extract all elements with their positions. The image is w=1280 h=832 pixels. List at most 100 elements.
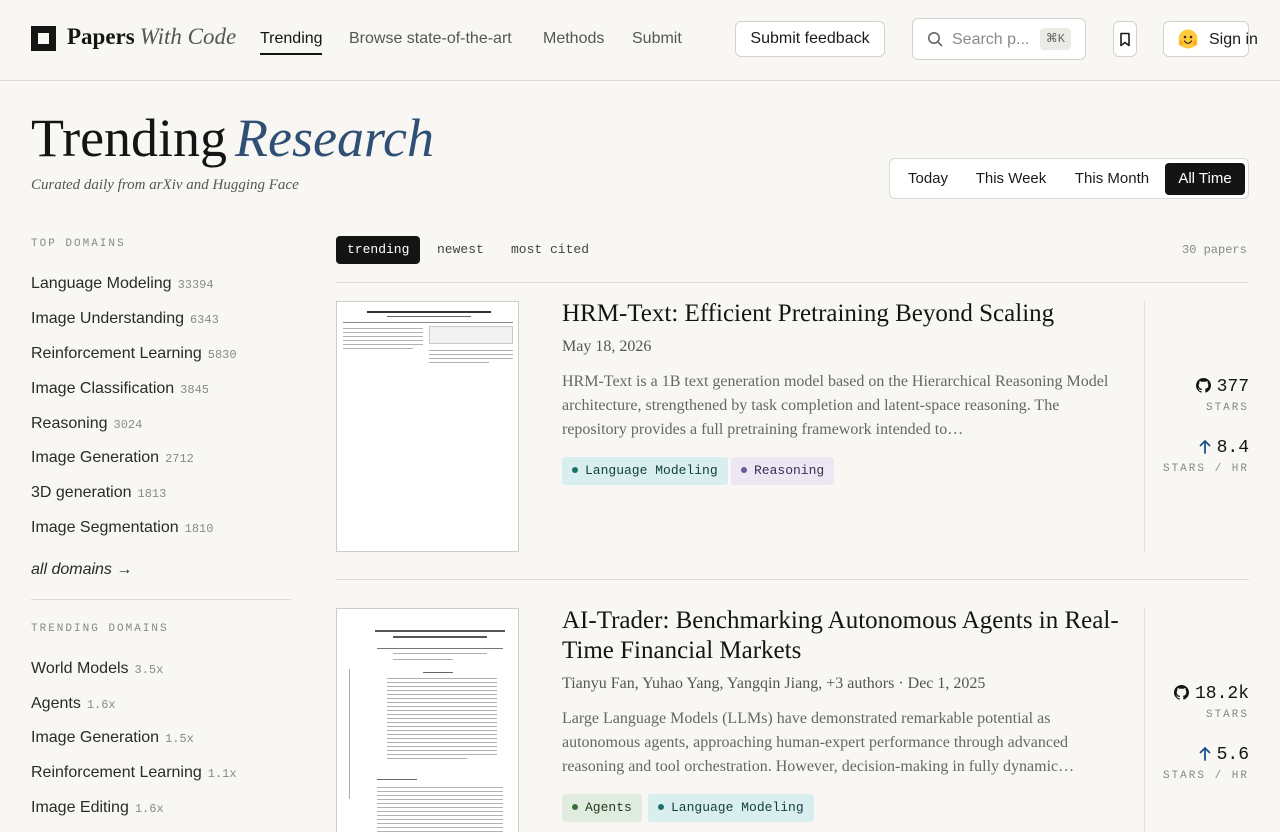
domain-growth: 1.5x bbox=[165, 732, 194, 746]
stats-divider bbox=[1144, 608, 1145, 832]
domain-name: 3D generation bbox=[31, 484, 132, 501]
domain-count: 3845 bbox=[180, 383, 209, 397]
github-stars[interactable]: 377 STARS bbox=[1195, 376, 1249, 414]
domain-name: Agents bbox=[31, 695, 81, 712]
paper-divider bbox=[336, 579, 1249, 580]
domain-growth: 3.5x bbox=[134, 663, 164, 677]
trending-domain-item[interactable]: Agents 1.6x bbox=[31, 694, 116, 715]
paper-tag-label: Agents bbox=[585, 800, 632, 815]
stars-per-hour-value: 8.4 bbox=[1216, 438, 1249, 458]
top-domains-heading: TOP DOMAINS bbox=[31, 238, 126, 250]
top-domain-item[interactable]: Language Modeling 33394 bbox=[31, 274, 214, 295]
paper-meta: Tianyu Fan, Yuhao Yang, Yangqin Jiang, +… bbox=[562, 675, 986, 692]
trending-domain-item[interactable]: Image Editing 1.6x bbox=[31, 798, 164, 819]
range-all-time[interactable]: All Time bbox=[1165, 163, 1245, 195]
domain-count: 1813 bbox=[137, 487, 167, 501]
stars-per-hour: 5.6 STARS / HR bbox=[1163, 744, 1249, 782]
arrow-up-icon bbox=[1199, 440, 1210, 454]
top-domain-item[interactable]: Image Segmentation 1810 bbox=[31, 518, 213, 539]
domain-growth: 1.6x bbox=[86, 698, 116, 712]
paper-thumbnail[interactable] bbox=[336, 608, 519, 832]
sidebar-divider bbox=[31, 599, 291, 600]
logo-italic-text: With Code bbox=[139, 24, 237, 49]
paper-tag-label: Reasoning bbox=[754, 463, 825, 478]
paper-tag-label: Language Modeling bbox=[585, 463, 718, 478]
tab-newest[interactable]: newest bbox=[437, 236, 484, 264]
paper-tag[interactable]: Agents bbox=[562, 794, 642, 822]
github-icon bbox=[1173, 685, 1189, 700]
paper-title[interactable]: HRM-Text: Efficient Pretraining Beyond S… bbox=[562, 299, 1122, 329]
top-domain-item[interactable]: Reinforcement Learning 5830 bbox=[31, 344, 237, 365]
domain-growth: 1.6x bbox=[134, 802, 164, 816]
paper-tag[interactable]: Reasoning bbox=[731, 457, 835, 485]
stars-per-hour: 8.4 STARS / HR bbox=[1163, 437, 1249, 475]
logo-icon[interactable] bbox=[31, 26, 56, 51]
page-title-accent: Research bbox=[235, 108, 434, 168]
bookmark-icon bbox=[1120, 32, 1130, 47]
domain-name: Image Generation bbox=[31, 729, 160, 746]
paper-tag[interactable]: Language Modeling bbox=[648, 794, 814, 822]
paper-abstract: Large Language Models (LLMs) have demons… bbox=[562, 710, 1075, 775]
domain-name: Image Understanding bbox=[31, 310, 184, 327]
bookmarks-button[interactable] bbox=[1113, 21, 1137, 57]
sign-in-button[interactable]: Sign in bbox=[1163, 21, 1258, 57]
paper-tag[interactable]: Language Modeling bbox=[562, 457, 728, 485]
stars-label: STARS bbox=[1205, 709, 1249, 721]
domain-count: 1810 bbox=[184, 522, 214, 536]
domain-count: 5830 bbox=[207, 348, 237, 362]
stars-value: 377 bbox=[1216, 377, 1249, 397]
github-icon bbox=[1195, 378, 1211, 393]
nav-active-underline bbox=[260, 53, 322, 55]
domain-count: 33394 bbox=[177, 278, 214, 292]
paper-title[interactable]: AI-Trader: Benchmarking Autonomous Agent… bbox=[562, 606, 1122, 666]
trending-domain-item[interactable]: World Models 3.5x bbox=[31, 659, 163, 680]
domain-name: Reasoning bbox=[31, 415, 108, 432]
top-domain-item[interactable]: Image Classification 3845 bbox=[31, 379, 209, 400]
tab-most-cited[interactable]: most cited bbox=[511, 236, 589, 264]
trending-domains-heading: TRENDING DOMAINS bbox=[31, 623, 169, 635]
github-stars[interactable]: 18.2k STARS bbox=[1173, 683, 1249, 721]
paper-tag-label: Language Modeling bbox=[671, 800, 804, 815]
stars-per-hour-label: STARS / HR bbox=[1162, 463, 1249, 475]
arrow-up-icon bbox=[1199, 747, 1210, 761]
domain-count: 3024 bbox=[113, 418, 143, 432]
nav-methods[interactable]: Methods bbox=[543, 29, 604, 49]
top-domain-item[interactable]: Reasoning 3024 bbox=[31, 414, 142, 435]
paper-meta: May 18, 2026 bbox=[562, 338, 652, 355]
search-input[interactable]: Search p... ⌘K bbox=[912, 18, 1086, 60]
range-this-week[interactable]: This Week bbox=[965, 163, 1057, 195]
domain-name: Image Classification bbox=[31, 380, 175, 397]
nav-submit[interactable]: Submit bbox=[632, 29, 682, 49]
top-header: Papers With Code Trending Browse state-of… bbox=[0, 0, 1280, 81]
top-domain-item[interactable]: Image Understanding 6343 bbox=[31, 309, 219, 330]
tab-trending[interactable]: trending bbox=[336, 236, 421, 264]
trending-domain-item[interactable]: Image Generation 1.5x bbox=[31, 728, 194, 749]
domain-name: Image Segmentation bbox=[31, 519, 179, 536]
nav-trending[interactable]: Trending bbox=[260, 29, 323, 49]
domain-name: World Models bbox=[31, 660, 129, 677]
top-domain-item[interactable]: 3D generation 1813 bbox=[31, 483, 166, 504]
top-domain-item[interactable]: Image Generation 2712 bbox=[31, 448, 194, 469]
page-title: Trending Research bbox=[31, 106, 434, 170]
paper-count: 30 papers bbox=[1182, 243, 1247, 257]
feed-divider bbox=[336, 282, 1249, 283]
search-icon bbox=[928, 32, 943, 47]
paper-thumbnail[interactable] bbox=[336, 301, 519, 552]
nav-browse-sota[interactable]: Browse state-of-the-art bbox=[349, 29, 512, 49]
domain-name: Image Editing bbox=[31, 799, 129, 816]
page-subtitle: Curated daily from arXiv and Hugging Fac… bbox=[31, 177, 299, 193]
domain-name: Image Generation bbox=[31, 449, 160, 466]
trending-domain-item[interactable]: Reinforcement Learning 1.1x bbox=[31, 763, 237, 784]
sign-in-label: Sign in bbox=[1209, 31, 1258, 48]
stats-divider bbox=[1144, 301, 1145, 551]
page-title-main: Trending bbox=[31, 108, 228, 168]
domain-name: Reinforcement Learning bbox=[31, 345, 202, 362]
submit-feedback-button[interactable]: Submit feedback bbox=[735, 21, 885, 57]
all-domains-link[interactable]: all domains → bbox=[31, 561, 132, 579]
logo-wordmark[interactable]: Papers With Code bbox=[67, 23, 236, 51]
hugging-face-icon bbox=[1178, 29, 1198, 49]
paper-abstract: HRM-Text is a 1B text generation model b… bbox=[562, 373, 1109, 438]
range-today[interactable]: Today bbox=[894, 163, 962, 195]
stars-label: STARS bbox=[1205, 402, 1249, 414]
range-this-month[interactable]: This Month bbox=[1062, 163, 1162, 195]
